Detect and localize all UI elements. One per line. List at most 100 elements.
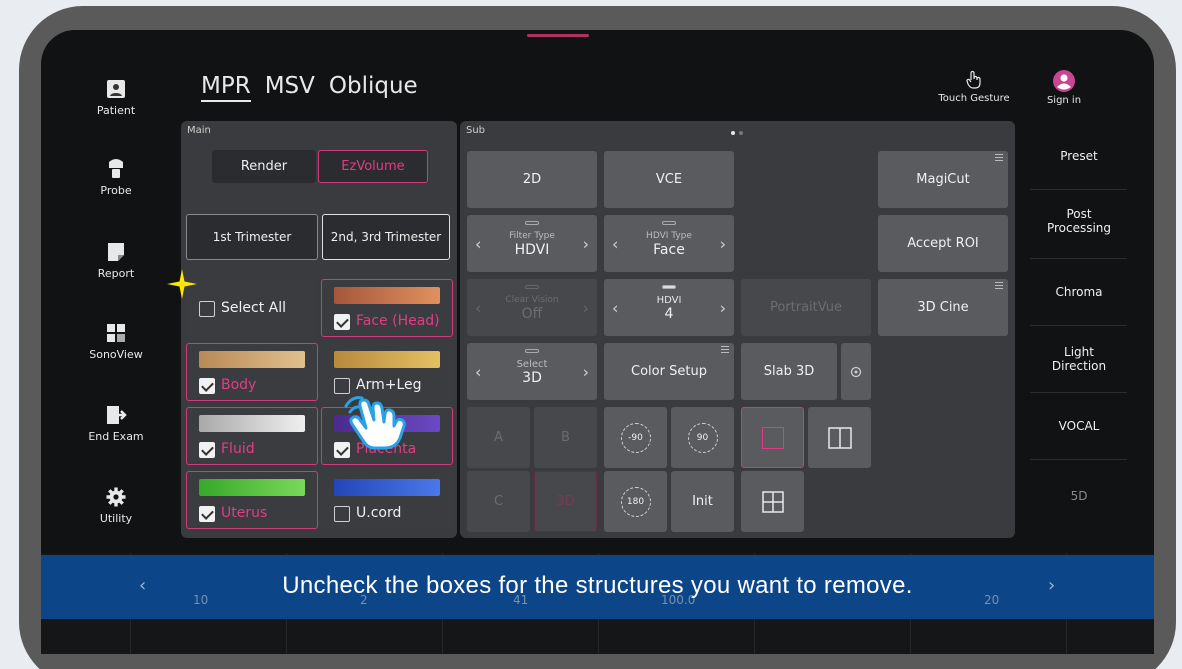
menu-light-direction-label: Light Direction: [1051, 345, 1107, 373]
view-3d-button[interactable]: 3D: [534, 471, 597, 532]
structure-card-body[interactable]: Body: [186, 343, 318, 401]
hdvi-label: HDVI: [656, 295, 682, 306]
structure-card-uterus[interactable]: Uterus: [186, 471, 318, 529]
menu-chroma[interactable]: Chroma: [1033, 285, 1125, 299]
slab-3d-label: Slab 3D: [763, 364, 815, 379]
nav-utility[interactable]: Utility: [79, 486, 153, 525]
structure-checkbox[interactable]: [334, 506, 350, 522]
tab-oblique[interactable]: Oblique: [329, 73, 418, 102]
chevron-right-icon[interactable]: ›: [720, 298, 726, 317]
chevron-right-icon[interactable]: ›: [583, 298, 589, 317]
structure-label: Body: [221, 377, 257, 393]
structure-color-bar: [334, 287, 440, 304]
magicut-label: MagiCut: [916, 172, 970, 187]
main-panel-title: Main: [187, 125, 211, 136]
pill-indicator-icon: [662, 221, 676, 225]
view-a-button[interactable]: A: [467, 407, 530, 468]
structure-label: U.cord: [356, 505, 402, 521]
chevron-right-icon[interactable]: ›: [583, 362, 589, 381]
filter-type-spinner[interactable]: ‹ Filter Type HDVI ›: [467, 215, 597, 272]
nav-end-exam[interactable]: End Exam: [79, 404, 153, 443]
structure-color-bar: [199, 351, 305, 368]
menu-preset[interactable]: Preset: [1033, 149, 1125, 163]
portraitvue-button[interactable]: PortraitVue: [741, 279, 871, 336]
structure-checkbox[interactable]: [199, 442, 215, 458]
layout-quad-button[interactable]: [741, 471, 804, 532]
structure-color-bar: [334, 351, 440, 368]
tab-mpr[interactable]: MPR: [201, 73, 251, 102]
layout-dual-button[interactable]: [808, 407, 871, 468]
menu-light-direction[interactable]: Light Direction: [1033, 345, 1125, 373]
init-button[interactable]: Init: [671, 471, 734, 532]
structure-checkbox[interactable]: [199, 506, 215, 522]
rotate-180-label: 180: [626, 496, 645, 507]
structure-label: Fluid: [221, 441, 255, 457]
structure-checkbox[interactable]: [199, 378, 215, 394]
chevron-right-icon[interactable]: ›: [720, 234, 726, 253]
tap-gesture-icon: [344, 396, 406, 450]
hdvi-type-label: HDVI Type: [646, 231, 692, 241]
accept-roi-button[interactable]: Accept ROI: [878, 215, 1008, 272]
color-setup-button[interactable]: Color Setup: [604, 343, 734, 400]
structure-checkbox[interactable]: [334, 314, 350, 330]
menu-post-processing[interactable]: Post Processing: [1033, 207, 1125, 235]
rotate-90-button[interactable]: 90: [671, 407, 734, 468]
structure-label: Uterus: [221, 505, 268, 521]
clear-vision-spinner[interactable]: ‹ Clear Vision Off ›: [467, 279, 597, 336]
hand-pointer-icon: [966, 70, 981, 89]
pill-indicator-icon: [525, 221, 539, 225]
select-spinner[interactable]: ‹ Select 3D ›: [467, 343, 597, 400]
menu-5d[interactable]: 5D: [1033, 489, 1125, 503]
nav-sonoview[interactable]: SonoView: [79, 322, 153, 361]
chevron-right-icon[interactable]: ›: [1048, 575, 1055, 596]
rotate-minus-90-label: -90: [628, 432, 643, 443]
structure-card-ucord[interactable]: U.cord: [321, 471, 453, 529]
structure-label: Face (Head): [356, 313, 440, 329]
nav-probe-label: Probe: [100, 184, 132, 197]
layout-single-button[interactable]: [741, 407, 804, 468]
3d-cine-button[interactable]: 3D Cine: [878, 279, 1008, 336]
report-icon: [108, 243, 124, 261]
rotate-ccw-icon: -90: [620, 422, 651, 453]
nav-report[interactable]: Report: [79, 241, 153, 280]
hdvi-spinner[interactable]: ‹ HDVI 4 ›: [604, 279, 734, 336]
rotate-90-label: 90: [696, 432, 709, 443]
gear-icon: [106, 487, 126, 507]
structure-card-fluid[interactable]: Fluid: [186, 407, 318, 465]
hdvi-type-spinner[interactable]: ‹ HDVI Type Face ›: [604, 215, 734, 272]
rotate-180-button[interactable]: 180: [604, 471, 667, 532]
select-all-card[interactable]: Select All: [186, 279, 314, 337]
view-b-button[interactable]: B: [534, 407, 597, 468]
2d-button[interactable]: 2D: [467, 151, 597, 208]
slab-3d-button[interactable]: Slab 3D: [741, 343, 837, 400]
second-third-trimester-button[interactable]: 2nd, 3rd Trimester: [322, 214, 450, 260]
chevron-right-icon[interactable]: ›: [583, 234, 589, 253]
magicut-button[interactable]: MagiCut: [878, 151, 1008, 208]
view-b-label: B: [561, 430, 570, 445]
slab-settings-button[interactable]: [841, 343, 871, 400]
sparkle-icon: [167, 269, 197, 299]
view-c-button[interactable]: C: [467, 471, 530, 532]
nav-patient-label: Patient: [96, 104, 136, 117]
menu-icon: [995, 282, 1003, 289]
structure-card-face[interactable]: Face (Head): [321, 279, 453, 337]
tab-msv[interactable]: MSV: [265, 73, 315, 102]
first-trimester-label: 1st Trimester: [212, 230, 292, 244]
probe-icon: [109, 159, 123, 178]
rotate-minus-90-button[interactable]: -90: [604, 407, 667, 468]
render-button[interactable]: Render: [212, 150, 316, 183]
structure-color-bar: [199, 415, 305, 432]
menu-vocal[interactable]: VOCAL: [1033, 419, 1125, 433]
menu-icon: [721, 346, 729, 353]
nav-probe[interactable]: Probe: [79, 158, 153, 197]
patient-icon: [107, 80, 125, 98]
select-all-checkbox[interactable]: [199, 301, 215, 317]
touch-gesture-label: Touch Gesture: [938, 93, 1010, 104]
touch-gesture-button[interactable]: Touch Gesture: [934, 70, 1014, 104]
nav-patient[interactable]: Patient: [79, 78, 153, 117]
ezvolume-button[interactable]: EzVolume: [318, 150, 428, 183]
vce-button[interactable]: VCE: [604, 151, 734, 208]
sign-in-button[interactable]: Sign in: [1036, 70, 1092, 106]
first-trimester-button[interactable]: 1st Trimester: [186, 214, 318, 260]
portraitvue-label: PortraitVue: [769, 300, 843, 315]
